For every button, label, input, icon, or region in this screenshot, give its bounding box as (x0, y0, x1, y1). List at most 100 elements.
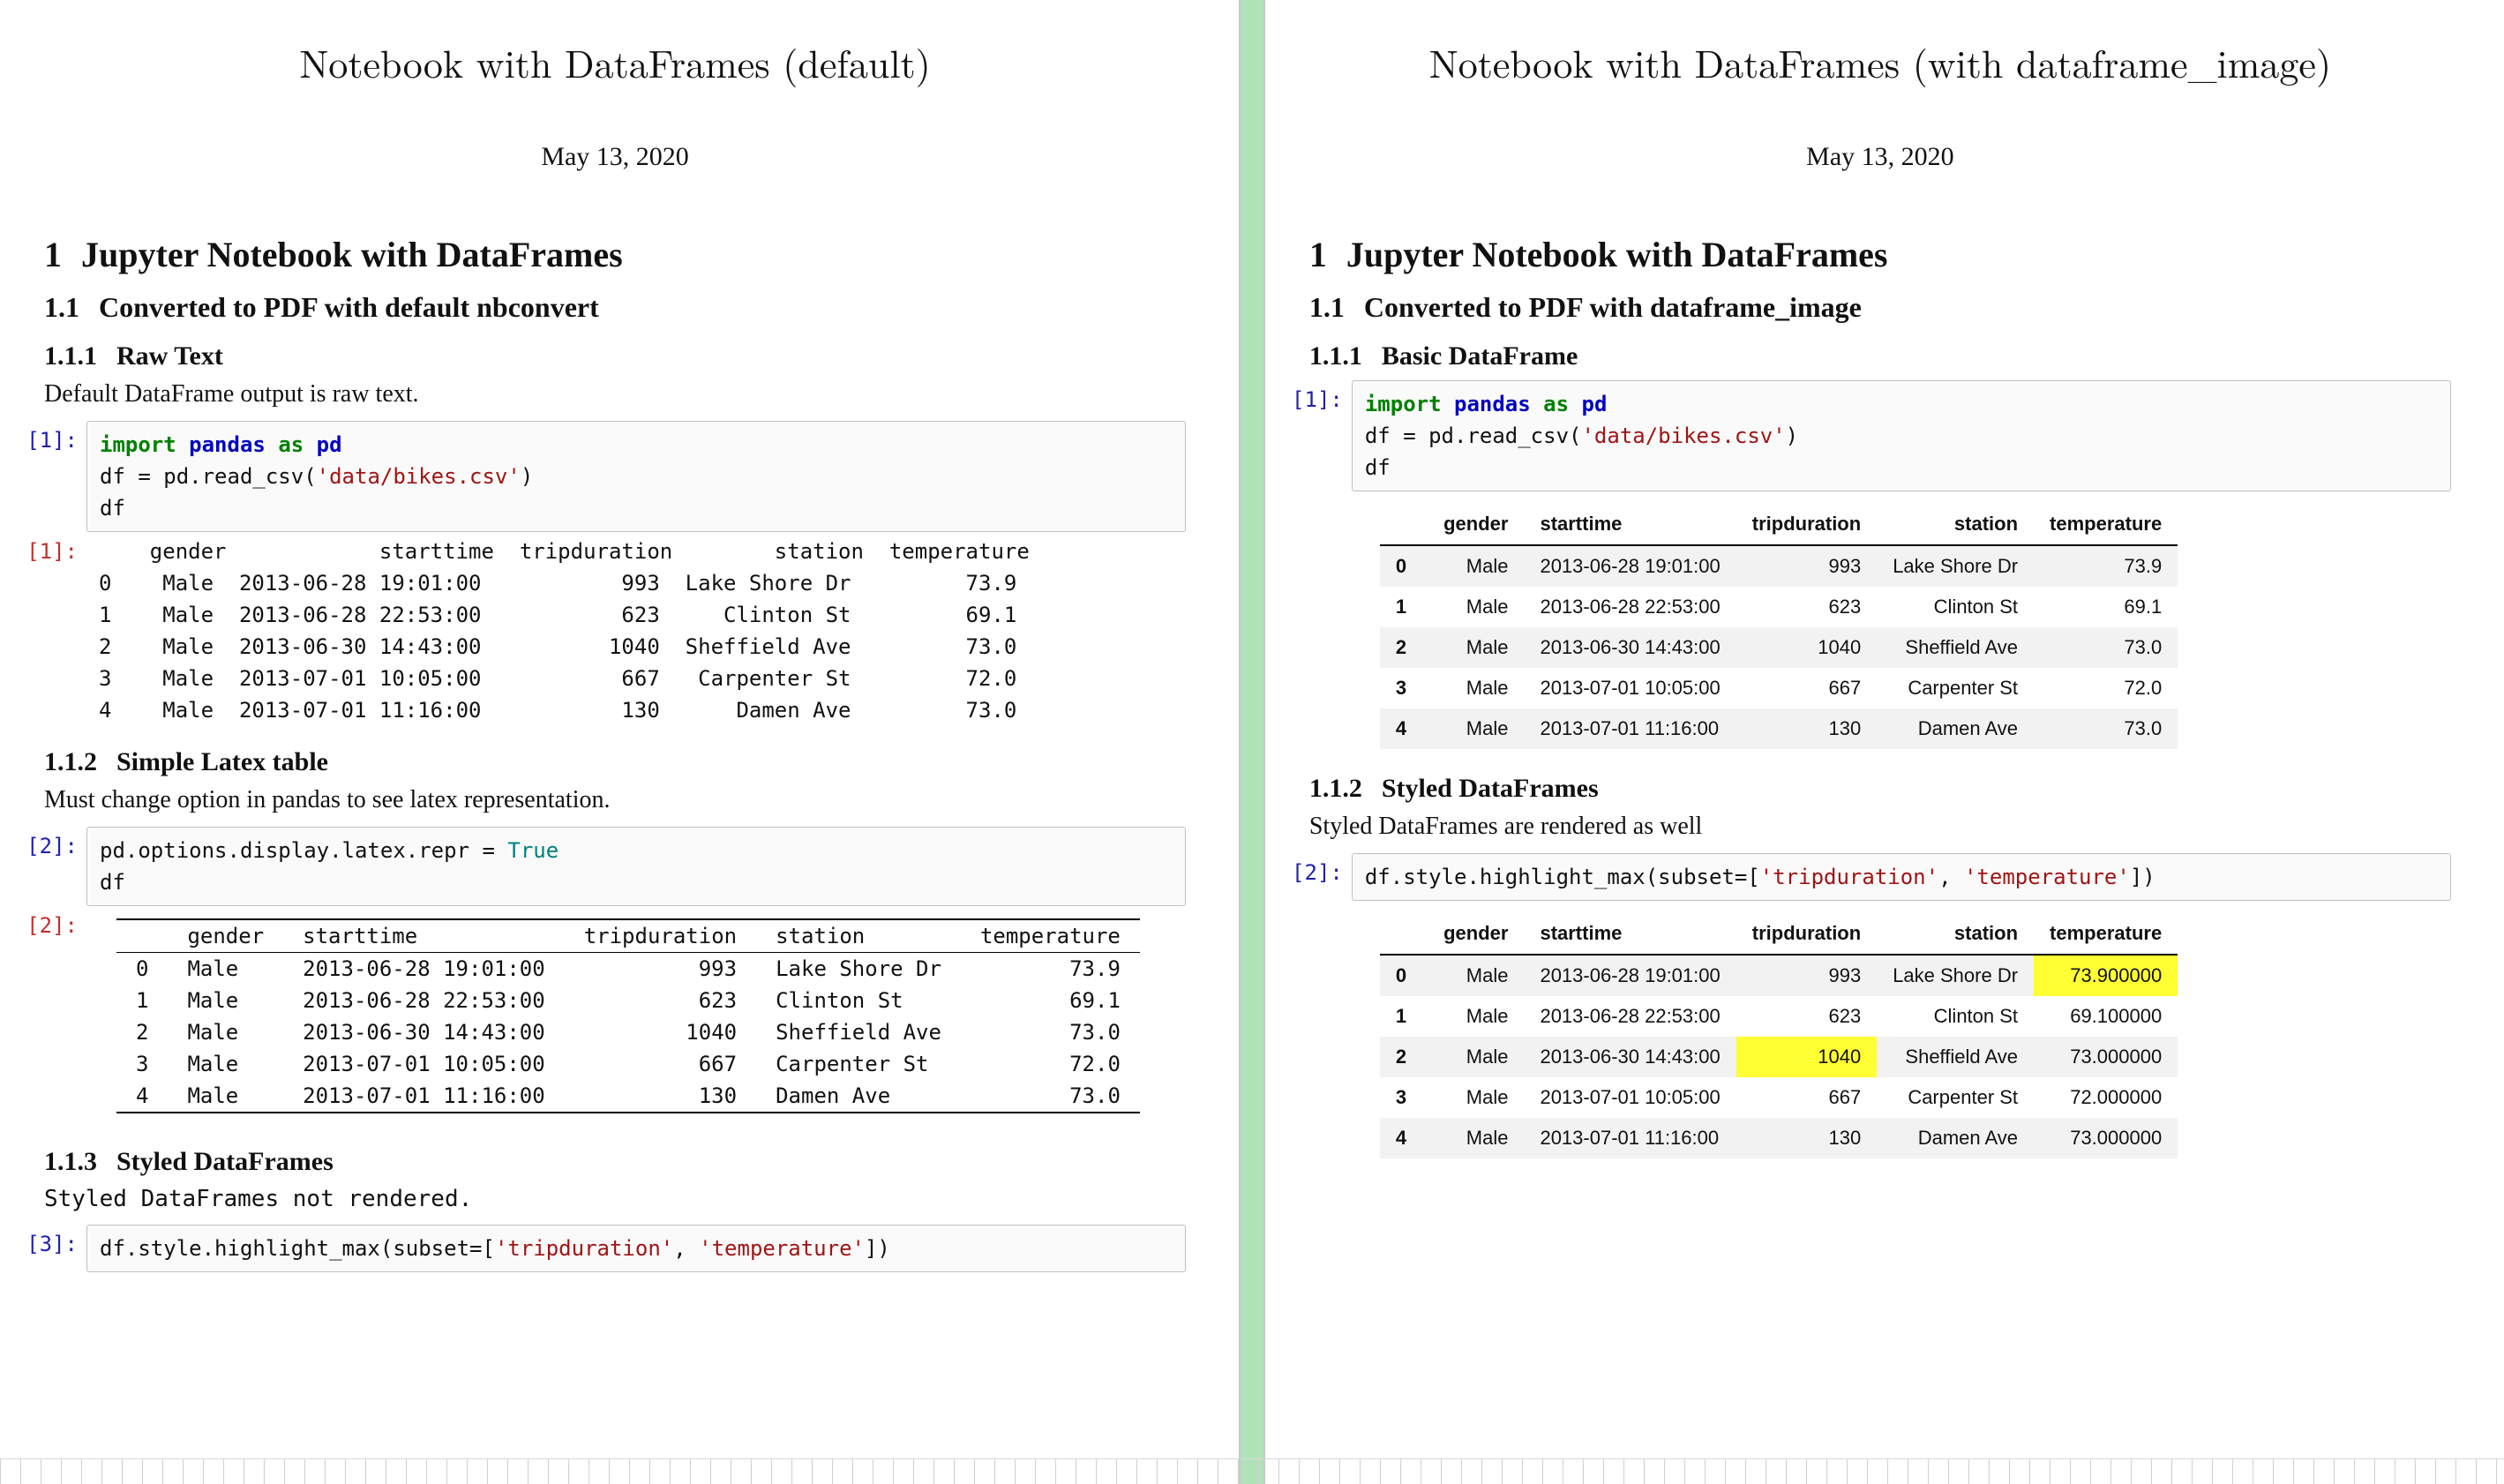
df-cell: 2013-06-28 22:53:00 (1524, 587, 1736, 627)
latex-cell: 2 (116, 1016, 168, 1048)
string-literal: 'tripduration' (1760, 865, 1938, 889)
df-cell: Clinton St (1877, 587, 2034, 627)
h1-text: Jupyter Notebook with DataFrames (1346, 235, 1888, 274)
df-cell: 993 (1736, 955, 1877, 996)
latex-cell: 73.0 (961, 1016, 1140, 1048)
raw-row: 1 Male 2013-06-28 22:53:00 623 Clinton S… (99, 603, 1016, 627)
code-box-1: import pandas as pd df = pd.read_csv('da… (1352, 380, 2451, 491)
in-prompt-1: [1]: (7, 421, 78, 453)
df-cell: Male (1428, 708, 1524, 749)
code-box-2: pd.options.display.latex.repr = True df (86, 827, 1186, 906)
pane-divider (1239, 0, 1265, 1484)
df-cell: 73.9 (2034, 545, 2178, 587)
bottom-ruler (0, 1458, 2504, 1484)
latex-cell: 667 (565, 1048, 756, 1080)
raw-header-row: gender starttime tripduration station te… (99, 539, 1030, 564)
latex-col-idx (116, 919, 168, 953)
df-cell: Clinton St (1877, 996, 2034, 1037)
latex-col: gender (168, 919, 283, 953)
code2-b: ]) (2130, 865, 2155, 889)
df-cell: Male (1428, 1037, 1524, 1077)
code-box-1: import pandas as pd df = pd.read_csv('da… (86, 421, 1186, 532)
df-cell: 4 (1380, 1118, 1428, 1158)
df-cell: 2 (1380, 1037, 1428, 1077)
right-date: May 13, 2020 (1309, 142, 2451, 172)
df-cell: 73.000000 (2034, 1118, 2178, 1158)
raw-row: 3 Male 2013-07-01 10:05:00 667 Carpenter… (99, 666, 1016, 691)
module-pandas: pandas (1454, 392, 1531, 416)
df-cell: Carpenter St (1877, 1077, 2034, 1118)
left-output-1: [1]: gender starttime tripduration stati… (7, 532, 1186, 730)
df-cell: Damen Ave (1877, 1118, 2034, 1158)
in-prompt-1: [1]: (1272, 380, 1343, 412)
code2-a: df.style.highlight_max(subset=[ (1365, 865, 1760, 889)
right-h2: 1.1 Converted to PDF with dataframe_image (1309, 291, 2451, 324)
df-col: starttime (1524, 913, 1736, 955)
df-cell: 2013-06-30 14:43:00 (1524, 1037, 1736, 1077)
left-output-2: [2]: gender starttime tripduration stati… (7, 906, 1186, 1129)
df-cell: Lake Shore Dr (1877, 955, 2034, 996)
sec1-number: 1.1.1 (44, 341, 97, 371)
latex-cell: 1 (116, 985, 168, 1016)
latex-cell: 2013-06-28 22:53:00 (283, 985, 565, 1016)
kw-true: True (507, 838, 559, 863)
df-cell: 667 (1736, 1077, 1877, 1118)
df-cell: Sheffield Ave (1877, 1037, 2034, 1077)
df-cell: 623 (1736, 587, 1877, 627)
latex-cell: 993 (565, 953, 756, 986)
latex-col: starttime (283, 919, 565, 953)
df-cell: 2013-06-30 14:43:00 (1524, 627, 1736, 668)
df-cell: 623 (1736, 996, 1877, 1037)
left-h2: 1.1Converted to PDF with default nbconve… (44, 291, 1186, 324)
left-document-pane: Notebook with DataFrames (default) May 1… (0, 0, 1239, 1484)
latex-cell: Carpenter St (756, 1048, 961, 1080)
string-literal: 'temperature' (1964, 865, 2130, 889)
right-document-pane: Notebook with DataFrames (with dataframe… (1265, 0, 2504, 1484)
latex-cell: 3 (116, 1048, 168, 1080)
df-cell: 1040 (1736, 627, 1877, 668)
latex-table: gender starttime tripduration station te… (116, 918, 1140, 1113)
left-code-cell-3: [3]: df.style.highlight_max(subset=['tri… (7, 1225, 1186, 1272)
code2-line1a: pd.options.display.latex.repr = (100, 838, 507, 863)
latex-col: station (756, 919, 961, 953)
latex-cell: Lake Shore Dr (756, 953, 961, 986)
code2-line2: df (100, 870, 125, 895)
right-page-title: Notebook with DataFrames (with dataframe… (1309, 34, 2451, 89)
df-col: station (1877, 913, 2034, 955)
code-box-2: df.style.highlight_max(subset=['tripdura… (1352, 853, 2451, 901)
sec3-body: Styled DataFrames not rendered. (44, 1186, 1186, 1212)
sec1-title: Raw Text (116, 341, 223, 371)
kw-import: import (100, 432, 176, 457)
h2-text: Converted to PDF with dataframe_image (1364, 291, 1862, 323)
sec2-number: 1.1.2 (1309, 774, 1362, 803)
latex-col: tripduration (565, 919, 756, 953)
df-cell: 3 (1380, 668, 1428, 708)
df-cell: 1 (1380, 587, 1428, 627)
latex-cell: 69.1 (961, 985, 1140, 1016)
latex-cell: 2013-06-30 14:43:00 (283, 1016, 565, 1048)
module-pandas: pandas (189, 432, 266, 457)
latex-cell: Male (168, 1016, 283, 1048)
df-cell: 2013-07-01 10:05:00 (1524, 668, 1736, 708)
raw-row: 4 Male 2013-07-01 11:16:00 130 Damen Ave… (99, 698, 1016, 723)
latex-cell: Male (168, 1080, 283, 1113)
df-cell: 2013-06-28 19:01:00 (1524, 545, 1736, 587)
df-cell: Male (1428, 1118, 1524, 1158)
sec2-number: 1.1.2 (44, 747, 97, 776)
code-line2a: df = pd.read_csv( (1365, 423, 1582, 448)
latex-cell: 1040 (565, 1016, 756, 1048)
right-code-cell-2: [2]: df.style.highlight_max(subset=['tri… (1272, 853, 2451, 901)
raw-output-block: gender starttime tripduration station te… (86, 532, 1186, 730)
raw-row: 2 Male 2013-06-30 14:43:00 1040 Sheffiel… (99, 634, 1016, 659)
h1-text: Jupyter Notebook with DataFrames (81, 235, 623, 274)
df-cell: Male (1428, 668, 1524, 708)
sec3-number: 1.1.3 (44, 1147, 97, 1176)
df-cell: 73.900000 (2034, 955, 2178, 996)
h2-number: 1.1 (1309, 291, 1345, 323)
latex-cell: Male (168, 985, 283, 1016)
df-cell: Carpenter St (1877, 668, 2034, 708)
right-sec2-heading: 1.1.2Styled DataFrames (1309, 774, 2451, 804)
latex-cell: 2013-07-01 10:05:00 (283, 1048, 565, 1080)
df-cell: 2013-06-28 19:01:00 (1524, 955, 1736, 996)
df-cell: 69.1 (2034, 587, 2178, 627)
